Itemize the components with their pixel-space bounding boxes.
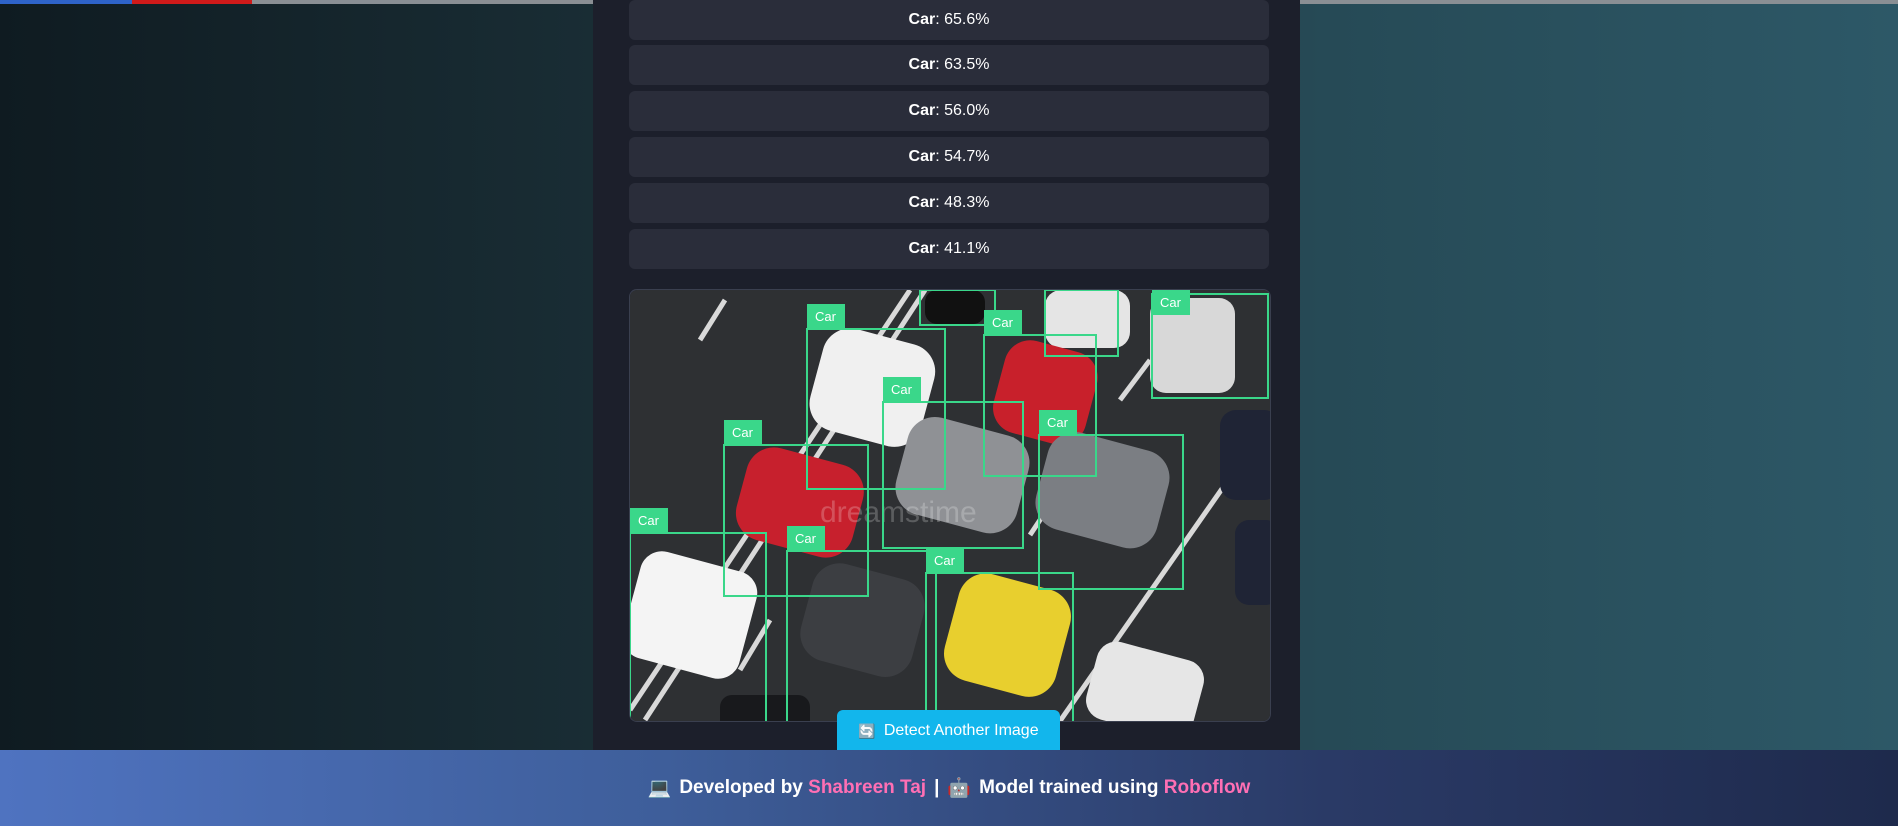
trained-text: Model trained using [979,777,1159,798]
result-item: Car: 63.5% [629,45,1269,85]
result-confidence: : 63.5% [935,56,990,73]
result-label: Car [908,56,936,73]
detection-tag-label: Car [732,425,754,440]
laptop-icon: 💻 [647,778,672,799]
loading-bar-blue-segment [0,0,132,4]
result-item: Car: 65.6% [629,0,1269,40]
result-label: Car [908,102,936,119]
car-shape [925,290,985,324]
detection-tag-label: Car [638,513,660,528]
result-label: Car [908,11,936,28]
detect-another-image-label: Detect Another Image [883,722,1039,739]
car-shape [1220,410,1270,500]
roboflow-link[interactable]: Roboflow [1164,777,1251,799]
robot-icon: 🤖 [947,778,972,799]
detection-tag-label: Car [815,309,837,324]
detection-tag-label: Car [891,382,913,397]
result-label: Car [908,194,936,211]
footer-separator: | [934,777,940,798]
result-confidence: : 56.0% [935,102,990,119]
result-item: Car: 56.0% [629,91,1269,131]
result-label: Car [908,148,936,165]
developer-link[interactable]: Shabreen Taj [808,777,926,799]
detection-result-image: dreamstime Car Car Car Car Car Car Car Car Car [629,289,1271,722]
detection-tag-label: Car [934,553,956,568]
watermark-text: dreamstime [820,496,977,529]
result-label: Car [908,240,936,257]
car-shape [1235,520,1270,605]
result-item: Car: 48.3% [629,183,1269,223]
developed-by-text: Developed by [679,777,803,798]
result-confidence: : 54.7% [935,148,990,165]
result-confidence: : 65.6% [935,11,990,28]
detection-tag-label: Car [1047,415,1069,430]
result-confidence: : 41.1% [935,240,990,257]
detection-tag-label: Car [992,315,1014,330]
detection-tag-label: Car [795,531,817,546]
result-item: Car: 41.1% [629,229,1269,269]
result-item: Car: 54.7% [629,137,1269,177]
footer: 💻 Developed by Shabreen Taj | 🤖 Model tr… [0,750,1898,826]
loading-bar-red-segment [132,0,252,4]
detection-tag-label: Car [1160,295,1182,310]
detect-another-image-button[interactable]: 🔄 Detect Another Image [837,710,1060,752]
result-confidence: : 48.3% [935,194,990,211]
refresh-icon: 🔄 [858,722,876,739]
